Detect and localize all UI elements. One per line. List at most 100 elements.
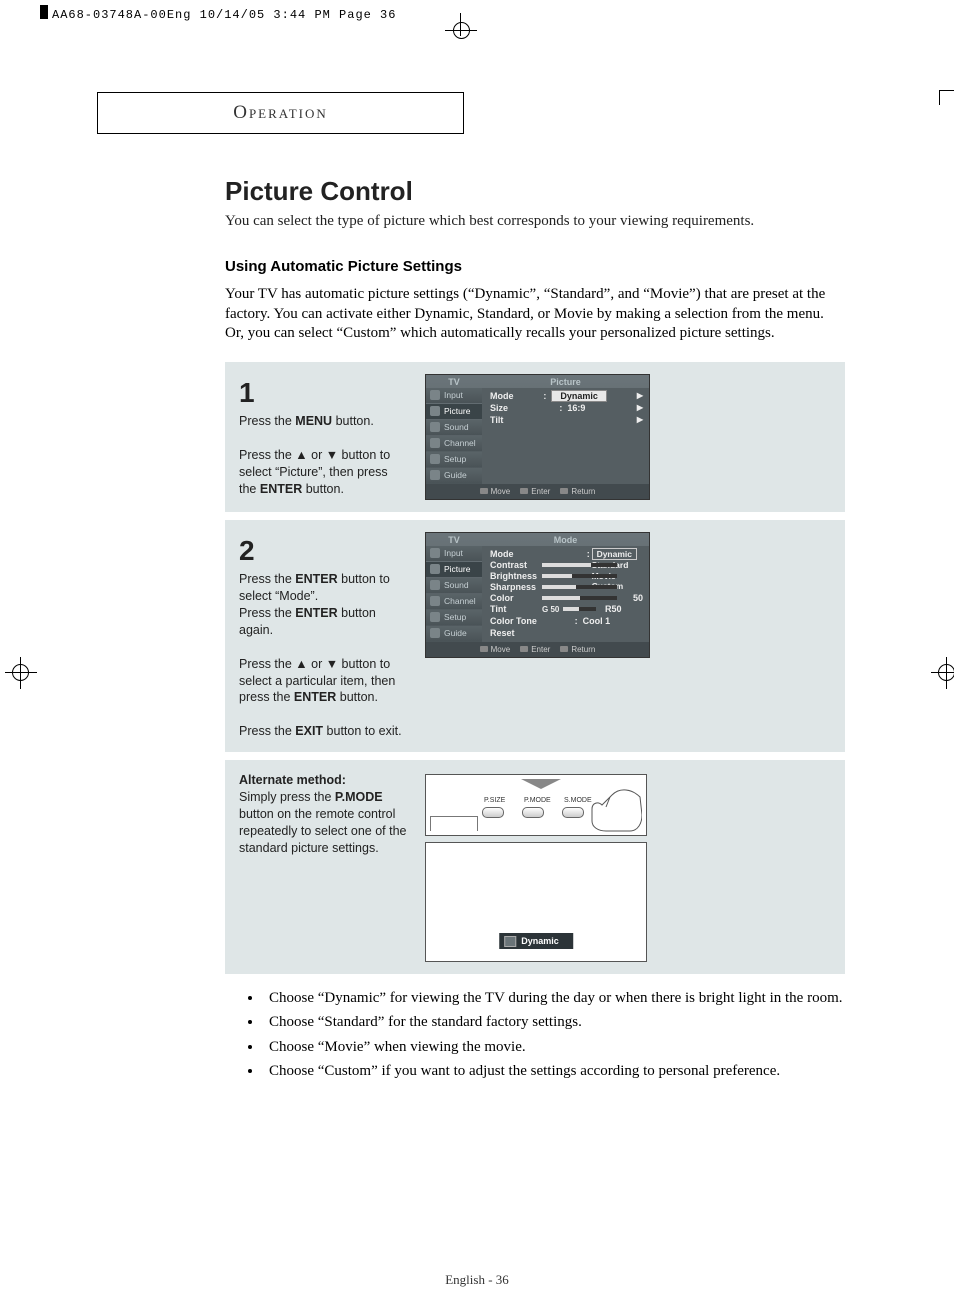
alt-heading: Alternate method: — [239, 773, 346, 787]
osd-side-item: Picture — [426, 404, 482, 419]
crop-mark — [938, 664, 954, 681]
osd-row-label: Mode — [490, 549, 514, 559]
step-number: 1 — [239, 374, 407, 412]
step-text: button to exit. — [323, 724, 402, 738]
osd-side-item: Guide — [426, 468, 482, 483]
sub-paragraph: Your TV has automatic picture settings (… — [225, 285, 845, 344]
section-header-box: Operation — [97, 92, 464, 134]
list-item: Choose “Movie” when viewing the movie. — [263, 1037, 845, 1057]
osd-side-item: Guide — [426, 626, 482, 641]
step-text-bold: EXIT — [295, 724, 323, 738]
step-2-box: 2 Press the ENTER button to select “Mode… — [225, 520, 845, 753]
osd-menu-title: Mode — [482, 535, 649, 545]
osd-main: Mode : Dynamic ▶ Size : 16:9 ▶ Tilt — [482, 388, 649, 484]
osd-screenshot-2: TV Mode Input Picture Sound Channel Setu… — [425, 532, 650, 658]
osd-row-label: Tilt — [490, 415, 503, 425]
alt-text: button on the remote control repeatedly … — [239, 807, 406, 855]
osd-footer-item: Move — [480, 487, 511, 496]
osd-side-item: Channel — [426, 436, 482, 451]
remote-label: P.MODE — [524, 797, 551, 804]
osd-footer: Move Enter Return — [426, 642, 649, 657]
crop-mark — [445, 30, 477, 31]
osd-row-value: Dynamic — [551, 390, 607, 402]
slider-value: 50 — [621, 593, 643, 603]
tv-screen-illustration: Dynamic — [425, 842, 647, 962]
osd-menu-title: Picture — [482, 377, 649, 387]
arrow-right-icon: ▶ — [637, 415, 643, 424]
slider-label: Brightness — [490, 571, 538, 581]
osd-side-item: Picture — [426, 562, 482, 577]
osd-footer: Move Enter Return — [426, 484, 649, 499]
step-text: Press the — [239, 572, 295, 586]
step-number: 2 — [239, 532, 407, 570]
remote-outline — [430, 816, 478, 831]
osd-row-label: Color Tone — [490, 616, 537, 626]
arrow-down-icon — [521, 779, 561, 789]
step-text-bold: ENTER — [260, 482, 302, 496]
alt-text-bold: P.MODE — [335, 790, 383, 804]
osd-mode-option: Dynamic — [592, 548, 637, 561]
page-footer: English - 36 — [0, 1272, 954, 1288]
print-header: AA68-03748A-00Eng 10/14/05 3:44 PM Page … — [52, 8, 396, 22]
step-1-box: 1 Press the MENU button. Press the ▲ or … — [225, 362, 845, 512]
osd-row-value: 16:9 — [567, 403, 585, 413]
osd-footer-item: Return — [560, 487, 595, 496]
osd-row-label: Size — [490, 403, 508, 413]
alternate-method-box: Alternate method: Simply press the P.MOD… — [225, 760, 845, 974]
step-text: button. — [332, 414, 374, 428]
osd-side-item: Sound — [426, 578, 482, 593]
osd-main: Mode : Dynamic Standard Movie Custom Con… — [482, 546, 649, 642]
slider-label: Tint — [490, 604, 538, 614]
bullet-list: Choose “Dynamic” for viewing the TV duri… — [225, 988, 845, 1081]
osd-side-item: Setup — [426, 610, 482, 625]
remote-illustration: P.SIZE P.MODE S.MODE — [425, 774, 647, 836]
remote-button — [482, 807, 504, 818]
step-text: Press the — [239, 724, 295, 738]
step-text: Press the — [239, 606, 295, 620]
osd-row-value: Cool 1 — [583, 616, 611, 626]
page-title: Picture Control — [225, 176, 845, 207]
osd-footer-item: Enter — [520, 487, 550, 496]
slider-label: Color — [490, 593, 538, 603]
step-text-bold: MENU — [295, 414, 332, 428]
osd-side-item: Channel — [426, 594, 482, 609]
step-text-bold: ENTER — [295, 572, 337, 586]
section-header: Operation — [233, 102, 328, 124]
osd-popup: Dynamic — [499, 933, 573, 949]
osd-side-item: Input — [426, 388, 482, 403]
list-item: Choose “Standard” for the standard facto… — [263, 1012, 845, 1032]
osd-side-item: Input — [426, 546, 482, 561]
tint-left: G 50 — [542, 605, 559, 614]
osd-sidebar: Input Picture Sound Channel Setup Guide — [426, 388, 482, 484]
osd-footer-item: Move — [480, 645, 511, 654]
list-item: Choose “Custom” if you want to adjust th… — [263, 1061, 845, 1081]
list-item: Choose “Dynamic” for viewing the TV duri… — [263, 988, 845, 1008]
step-text: button. — [336, 690, 378, 704]
crop-mark — [12, 664, 29, 681]
remote-button — [522, 807, 544, 818]
arrow-right-icon: ▶ — [637, 391, 643, 400]
step-text: Press the — [239, 414, 295, 428]
subheading: Using Automatic Picture Settings — [225, 258, 845, 275]
arrow-right-icon: ▶ — [637, 403, 643, 412]
tint-right: R50 — [600, 604, 622, 614]
hand-icon — [562, 777, 642, 833]
osd-tv-label: TV — [426, 535, 482, 545]
slider-label: Sharpness — [490, 582, 538, 592]
step-text-bold: ENTER — [294, 690, 336, 704]
osd-footer-item: Return — [560, 645, 595, 654]
crop-mark — [939, 90, 954, 105]
osd-sidebar: Input Picture Sound Channel Setup Guide — [426, 546, 482, 642]
osd-row-label: Mode — [490, 391, 514, 401]
step-text-bold: ENTER — [295, 606, 337, 620]
step-text: button. — [302, 482, 344, 496]
osd-side-item: Setup — [426, 452, 482, 467]
osd-row-label: Reset — [490, 628, 515, 638]
slider-label: Contrast — [490, 560, 538, 570]
osd-footer-item: Enter — [520, 645, 550, 654]
osd-tv-label: TV — [426, 377, 482, 387]
intro-text: You can select the type of picture which… — [225, 213, 845, 230]
black-tab — [40, 5, 48, 19]
osd-screenshot-1: TV Picture Input Picture Sound Channel S… — [425, 374, 650, 500]
osd-side-item: Sound — [426, 420, 482, 435]
